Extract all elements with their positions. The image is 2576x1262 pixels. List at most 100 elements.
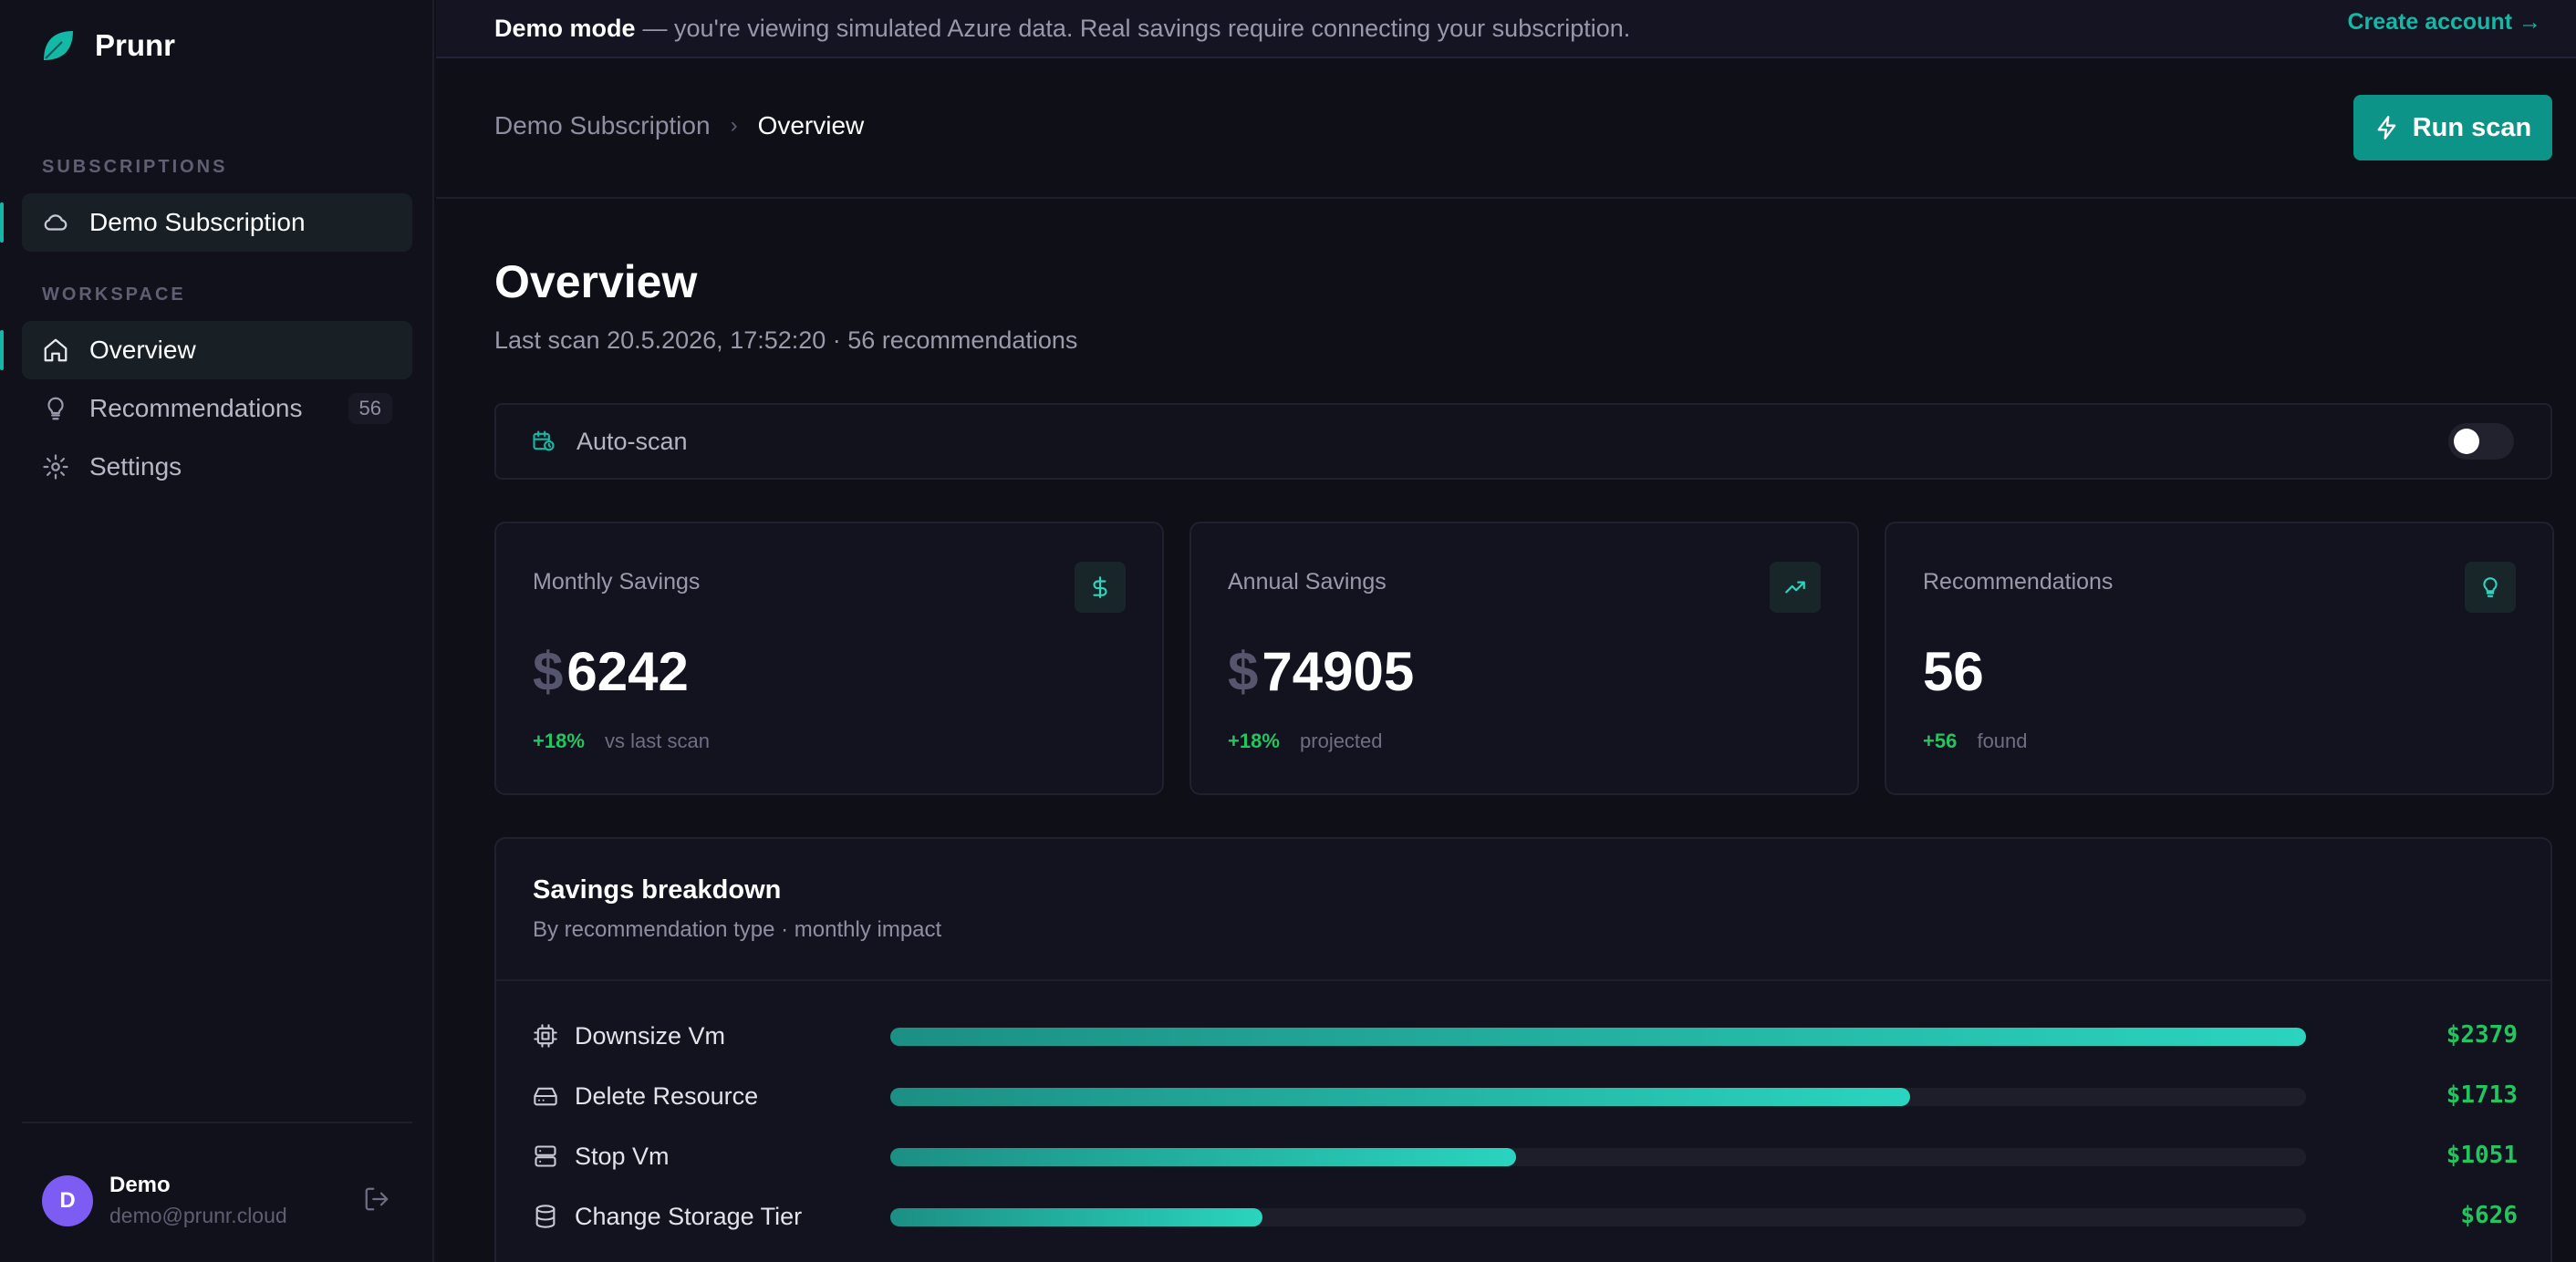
breakdown-row[interactable]: Stop Vm $1051: [533, 1138, 2518, 1174]
workspace-label: WORKSPACE: [42, 284, 186, 305]
lightbulb-icon: [2483, 577, 2498, 597]
breakdown-row[interactable]: Delete Resource $1713: [533, 1078, 2518, 1114]
lightning-icon: [2377, 116, 2396, 140]
breadcrumb-parent[interactable]: Demo Subscription: [494, 111, 711, 140]
sidebar-item-label: Demo Subscription: [89, 208, 306, 236]
breakdown-row-amount: $1051: [2446, 1142, 2518, 1169]
savings-breakdown-panel: Savings breakdown By recommendation type…: [494, 837, 2552, 1262]
breakdown-row[interactable]: Change Storage Tier $626: [533, 1198, 2518, 1235]
topbar: Demo Subscription › Overview Run scan: [436, 60, 2576, 199]
breakdown-row-text: Delete Resource: [575, 1081, 759, 1110]
card-label: Annual Savings: [1228, 569, 1387, 595]
card-label: Monthly Savings: [533, 569, 701, 595]
card-number: 6242: [566, 641, 689, 702]
monthly-savings-card: Monthly Savings $6242 +18% vs last scan: [494, 522, 1164, 795]
trending-up-icon: [1785, 581, 1805, 594]
card-footer: +56 found: [1923, 729, 2028, 753]
recommendations-count-badge: 56: [348, 393, 392, 424]
sidebar: Prunr SUBSCRIPTIONS Demo Subscription WO…: [0, 0, 434, 1262]
recommendations-card: Recommendations 56 +56 found: [1885, 522, 2554, 795]
card-number: 56: [1923, 641, 1984, 702]
breakdown-bar-track: [890, 1088, 2306, 1106]
breakdown-row-amount: $626: [2460, 1202, 2518, 1229]
run-scan-button[interactable]: Run scan: [2353, 95, 2552, 160]
avatar: D: [42, 1174, 93, 1226]
logout-icon[interactable]: [363, 1185, 390, 1213]
card-label: Recommendations: [1923, 569, 2114, 595]
calendar-clock-icon: [533, 430, 555, 451]
dollar-icon: [1093, 576, 1107, 598]
cloud-icon: [44, 214, 68, 231]
annual-savings-card: Annual Savings $74905 +18% projected: [1189, 522, 1859, 795]
subscriptions-label: SUBSCRIPTIONS: [42, 157, 228, 177]
card-icon-box: [2465, 562, 2516, 613]
sidebar-item-label: Recommendations: [89, 394, 303, 422]
sidebar-item-recommendations[interactable]: Recommendations 56: [22, 379, 412, 438]
breakdown-row-text: Change Storage Tier: [575, 1202, 803, 1230]
card-icon-box: [1770, 562, 1821, 613]
breadcrumb: Demo Subscription › Overview: [494, 111, 864, 140]
breakdown-row-text: Stop Vm: [575, 1142, 670, 1170]
breakdown-bar-track: [890, 1028, 2306, 1046]
breakdown-row-label: Change Storage Tier: [533, 1198, 802, 1235]
breakdown-subtitle: By recommendation type · monthly impact: [533, 917, 942, 942]
breakdown-row[interactable]: Downsize Vm $2379: [533, 1018, 2518, 1054]
banner-strong: Demo mode: [494, 14, 636, 42]
card-number: 74905: [1262, 641, 1415, 702]
breakdown-row-amount: $1713: [2446, 1081, 2518, 1109]
user-profile[interactable]: D Demo demo@prunr.cloud: [42, 1173, 287, 1228]
server-icon: [535, 1145, 556, 1167]
sidebar-item-settings[interactable]: Settings: [22, 438, 412, 496]
auto-scan-panel: Auto-scan: [494, 403, 2552, 480]
card-note: projected: [1300, 729, 1383, 752]
lightbulb-icon: [47, 397, 64, 420]
auto-scan-label: Auto-scan: [576, 427, 688, 455]
card-delta: +56: [1923, 729, 1958, 752]
database-icon: [535, 1205, 556, 1228]
card-delta: +18%: [1228, 729, 1280, 752]
breakdown-divider: [496, 979, 2550, 981]
user-name: Demo: [109, 1173, 171, 1197]
breakdown-bar-fill: [890, 1148, 1516, 1166]
sidebar-item-label: Overview: [89, 336, 196, 364]
card-icon-box: [1075, 562, 1126, 613]
breadcrumb-current: Overview: [757, 111, 865, 140]
breakdown-title: Savings breakdown: [533, 875, 782, 905]
breakdown-bar-track: [890, 1208, 2306, 1226]
user-email: demo@prunr.cloud: [109, 1204, 287, 1227]
sidebar-item-demo-subscription[interactable]: Demo Subscription: [0, 193, 412, 252]
breakdown-bar-track: [890, 1148, 2306, 1166]
page-subtitle: Last scan 20.5.2026, 17:52:20 · 56 recom…: [494, 326, 1078, 354]
card-value: 56: [1923, 640, 1984, 703]
cpu-icon: [534, 1024, 557, 1048]
toggle-knob: [2454, 429, 2479, 454]
breakdown-bar-fill: [890, 1088, 1910, 1106]
currency-symbol: $: [1228, 641, 1259, 702]
banner-text: — you're viewing simulated Azure data. R…: [642, 14, 1631, 42]
sidebar-item-overview[interactable]: Overview: [0, 321, 412, 379]
sidebar-divider: [22, 1122, 412, 1123]
card-note: vs last scan: [605, 729, 710, 752]
demo-banner: Demo mode — you're viewing simulated Azu…: [436, 0, 2576, 58]
brand-name: Prunr: [95, 28, 176, 62]
gear-icon: [43, 454, 68, 480]
breakdown-row-amount: $2379: [2446, 1021, 2518, 1049]
hard-drive-icon: [534, 1087, 557, 1106]
card-value: $6242: [533, 640, 689, 703]
breakdown-row-text: Downsize Vm: [575, 1021, 726, 1050]
run-scan-label: Run scan: [2412, 112, 2532, 142]
breakdown-bar-fill: [890, 1028, 2306, 1046]
card-delta: +18%: [533, 729, 585, 752]
active-indicator: [0, 202, 4, 243]
card-value: $74905: [1228, 640, 1414, 703]
brand[interactable]: Prunr: [40, 27, 175, 64]
auto-scan-toggle[interactable]: [2448, 423, 2514, 460]
create-account-link[interactable]: Create account →: [2347, 9, 2541, 36]
breadcrumb-separator: ›: [730, 113, 738, 138]
page-title: Overview: [494, 256, 698, 307]
card-footer: +18% vs last scan: [533, 729, 710, 753]
card-footer: +18% projected: [1228, 729, 1383, 753]
leaf-logo-icon: [44, 31, 73, 60]
home-icon: [44, 338, 68, 362]
breakdown-bar-fill: [890, 1208, 1263, 1226]
